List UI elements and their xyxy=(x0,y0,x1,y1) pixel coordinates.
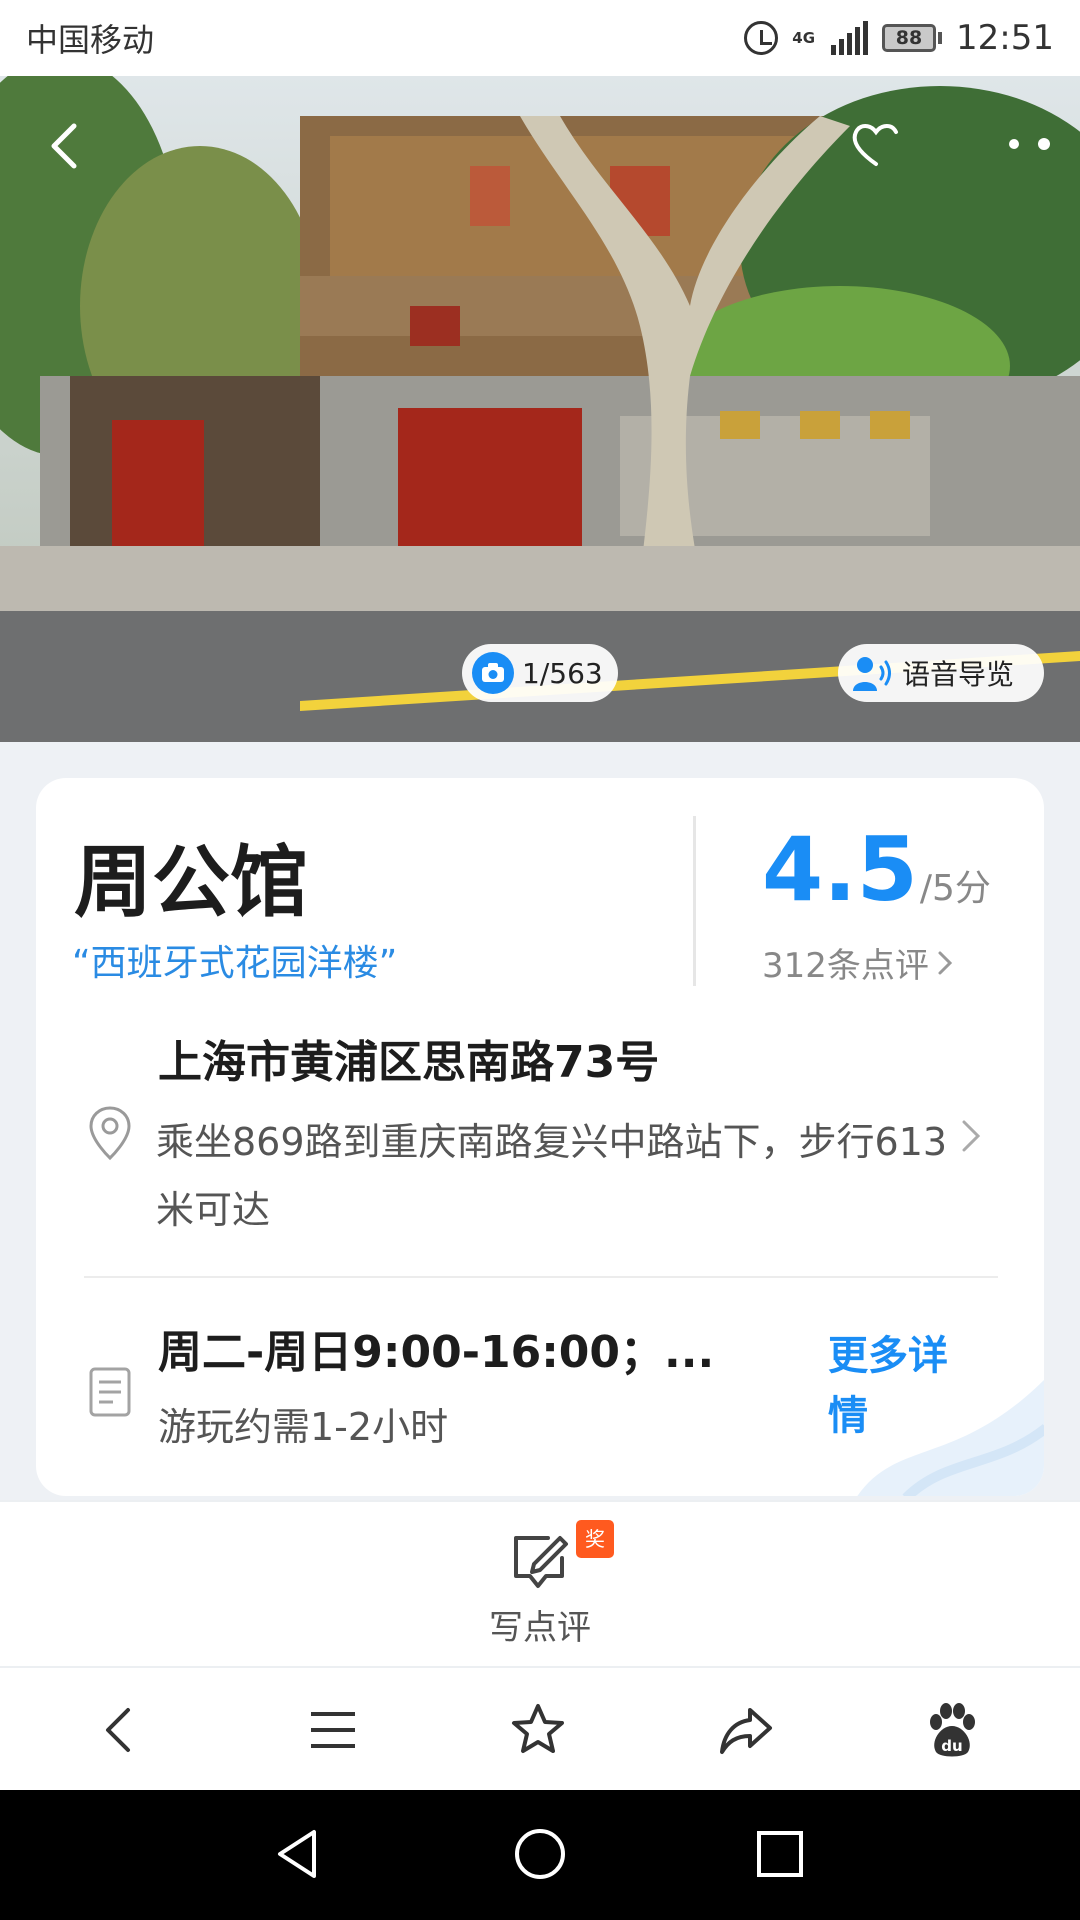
address-text: 上海市黄浦区思南路73号 xyxy=(158,1037,660,1088)
star-icon[interactable] xyxy=(508,1700,568,1760)
chevron-right-icon xyxy=(938,951,953,974)
system-navigation-bar xyxy=(0,1790,1080,1920)
bottom-toolbar: du xyxy=(0,1666,1080,1790)
place-photo[interactable]: 1/563 语音导览 xyxy=(0,76,1080,742)
carrier-name: 中国移动 xyxy=(26,21,155,59)
visit-duration: 游玩约需1-2小时 xyxy=(158,1405,449,1449)
place-tagline: “西班牙式花园洋楼” xyxy=(72,943,398,984)
status-icons: 4G 88 12:51 xyxy=(744,18,1054,58)
more-details-link[interactable]: 更多详情 xyxy=(828,1326,978,1446)
back-icon[interactable] xyxy=(36,116,96,176)
document-icon xyxy=(89,1367,131,1417)
divider xyxy=(693,816,696,986)
status-bar: 中国移动 4G 88 12:51 xyxy=(0,0,1080,76)
more-options-icon[interactable] xyxy=(1000,132,1060,156)
reward-badge: 奖 xyxy=(576,1520,614,1558)
write-review-label: 写点评 xyxy=(489,1608,591,1648)
location-pin-icon xyxy=(89,1106,131,1161)
rating-value: 4.5 xyxy=(762,818,918,921)
network-type: 4G xyxy=(792,28,816,47)
place-name: 周公馆 xyxy=(74,838,309,928)
photo-counter-button[interactable]: 1/563 xyxy=(462,644,618,702)
write-review-icon xyxy=(514,1536,568,1588)
back-icon[interactable] xyxy=(90,1700,150,1760)
divider xyxy=(84,1276,998,1278)
place-info-card: 周公馆 “西班牙式花园洋楼” 4.5 /5分 312条点评 上海市黄浦区思南路7… xyxy=(36,778,1044,1496)
review-count-text: 312条点评 xyxy=(762,946,929,986)
signal-icon xyxy=(831,21,869,55)
favorite-icon[interactable] xyxy=(846,114,906,174)
opening-hours: 周二-周日9:00-16:00；... xyxy=(158,1327,715,1378)
menu-icon[interactable] xyxy=(303,1700,363,1760)
camera-icon xyxy=(472,652,514,694)
voice-guide-label: 语音导览 xyxy=(902,658,1015,691)
clock: 12:51 xyxy=(956,18,1054,58)
alarm-icon xyxy=(744,21,779,55)
svg-text:du: du xyxy=(941,1737,962,1755)
building-photo xyxy=(0,76,1080,742)
photo-counter-text: 1/563 xyxy=(522,656,603,690)
rating: 4.5 /5分 xyxy=(762,818,991,921)
battery-level: 88 xyxy=(882,24,937,52)
chevron-right-icon xyxy=(962,1120,981,1152)
nav-recents-icon[interactable] xyxy=(750,1824,810,1884)
write-review-bar[interactable]: 奖 写点评 xyxy=(0,1500,1080,1666)
voice-guide-button[interactable]: 语音导览 xyxy=(838,644,1044,702)
directions-text: 乘坐869路到重庆南路复兴中路站下，步行613米可达 xyxy=(156,1120,948,1232)
rating-max: /5分 xyxy=(919,868,991,909)
share-icon[interactable] xyxy=(716,1700,776,1760)
nav-home-icon[interactable] xyxy=(510,1824,570,1884)
baidu-paw-icon[interactable]: du xyxy=(922,1700,982,1760)
voice-guide-icon xyxy=(853,657,891,691)
battery-icon: 88 xyxy=(882,24,943,52)
nav-back-icon[interactable] xyxy=(270,1824,330,1884)
review-count-link[interactable]: 312条点评 xyxy=(762,938,953,987)
